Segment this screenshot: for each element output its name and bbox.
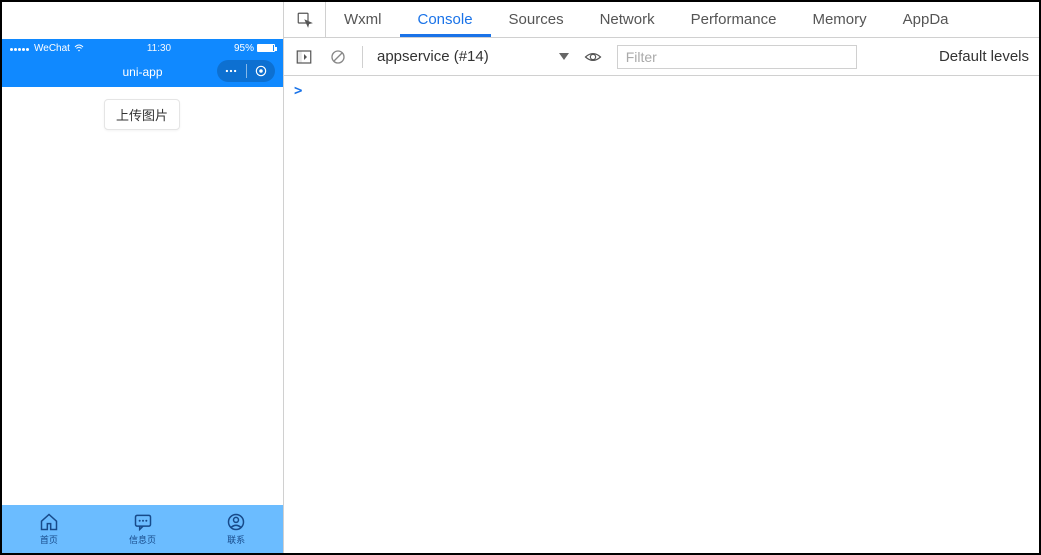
capsule-menu-button[interactable] bbox=[217, 64, 246, 78]
toggle-sidebar-button[interactable] bbox=[294, 47, 314, 67]
home-icon bbox=[39, 512, 59, 532]
devtools-tab-label: Wxml bbox=[344, 11, 382, 28]
devtools-tab-label: AppDa bbox=[903, 11, 949, 28]
wifi-icon bbox=[74, 44, 84, 52]
upload-image-button[interactable]: 上传图片 bbox=[104, 99, 180, 130]
chevron-down-icon bbox=[559, 53, 569, 60]
tab-home[interactable]: 首页 bbox=[2, 505, 96, 553]
carrier-label: WeChat bbox=[34, 43, 70, 54]
tab-bar: 首页 信息页 联系 bbox=[2, 505, 283, 553]
capsule bbox=[217, 60, 275, 82]
levels-label: Default levels bbox=[939, 48, 1029, 65]
battery-icon bbox=[257, 44, 275, 52]
battery-percent: 95% bbox=[234, 43, 254, 54]
simulator-body: 上传图片 首页 信息页 联系 bbox=[2, 87, 283, 553]
context-selector[interactable]: appservice (#14) bbox=[377, 48, 569, 65]
eye-icon bbox=[584, 48, 602, 66]
tab-network[interactable]: Network bbox=[582, 2, 673, 37]
tab-performance[interactable]: Performance bbox=[673, 2, 795, 37]
tab-console[interactable]: Console bbox=[400, 2, 491, 37]
tab-info[interactable]: 信息页 bbox=[96, 505, 190, 553]
nav-bar: uni-app bbox=[2, 57, 283, 87]
tab-wxml[interactable]: Wxml bbox=[326, 2, 400, 37]
status-bar-left: WeChat bbox=[10, 43, 84, 54]
devtools-pane: Wxml Console Sources Network Performance… bbox=[284, 2, 1039, 553]
status-bar: WeChat 11:30 95% bbox=[2, 39, 283, 57]
devtools-tab-label: Sources bbox=[509, 11, 564, 28]
signal-dots-icon bbox=[10, 43, 30, 54]
tab-appdata[interactable]: AppDa bbox=[885, 2, 967, 37]
live-expression-button[interactable] bbox=[583, 47, 603, 67]
console-toolbar: appservice (#14) Default levels bbox=[284, 38, 1039, 76]
tab-label: 信息页 bbox=[129, 533, 156, 546]
simulator-top-gap bbox=[2, 2, 283, 39]
console-body[interactable]: > bbox=[284, 76, 1039, 553]
devtools-tab-label: Network bbox=[600, 11, 655, 28]
log-levels-selector[interactable]: Default levels bbox=[939, 48, 1029, 65]
context-label: appservice (#14) bbox=[377, 48, 489, 65]
tab-label: 联系 bbox=[227, 533, 245, 546]
tab-sources[interactable]: Sources bbox=[491, 2, 582, 37]
target-icon bbox=[254, 64, 268, 78]
devtools-tab-label: Console bbox=[418, 11, 473, 28]
status-bar-right: 95% bbox=[234, 43, 275, 54]
status-bar-time: 11:30 bbox=[84, 43, 234, 54]
nav-title: uni-app bbox=[122, 65, 162, 79]
clear-icon bbox=[329, 48, 347, 66]
message-icon bbox=[133, 512, 153, 532]
more-icon bbox=[224, 64, 238, 78]
toolbar-separator bbox=[362, 46, 363, 68]
sidebar-toggle-icon bbox=[295, 48, 313, 66]
devtools-tab-list: Wxml Console Sources Network Performance… bbox=[326, 2, 1039, 37]
simulator-pane: WeChat 11:30 95% uni-app 上传图片 bbox=[2, 2, 284, 553]
devtools-tabs: Wxml Console Sources Network Performance… bbox=[284, 2, 1039, 38]
tab-label: 首页 bbox=[40, 533, 58, 546]
tab-contact[interactable]: 联系 bbox=[189, 505, 283, 553]
capsule-close-button[interactable] bbox=[247, 64, 276, 78]
user-icon bbox=[226, 512, 246, 532]
inspect-icon bbox=[296, 11, 314, 29]
tab-memory[interactable]: Memory bbox=[794, 2, 884, 37]
inspect-button[interactable] bbox=[284, 2, 326, 37]
devtools-tab-label: Performance bbox=[691, 11, 777, 28]
clear-console-button[interactable] bbox=[328, 47, 348, 67]
filter-input[interactable] bbox=[617, 45, 857, 69]
devtools-tab-label: Memory bbox=[812, 11, 866, 28]
console-prompt: > bbox=[294, 83, 302, 99]
